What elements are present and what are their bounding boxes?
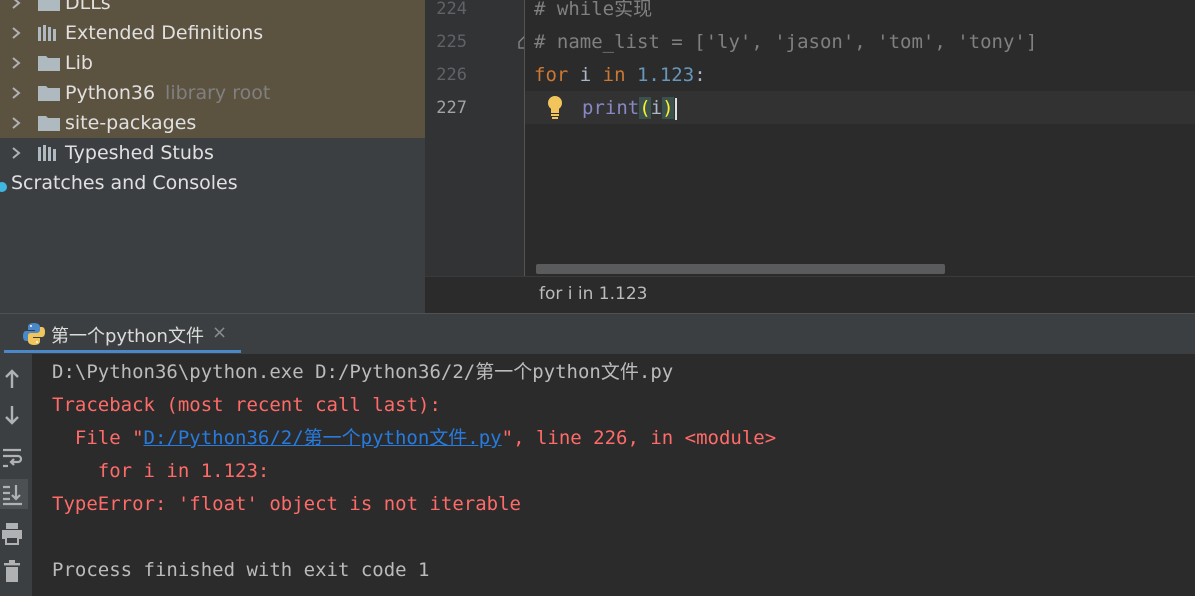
- library-icon: [38, 25, 56, 41]
- lightbulb-icon[interactable]: [545, 94, 565, 120]
- argument: i: [650, 97, 663, 119]
- breadcrumb-item[interactable]: for i in 1.123: [539, 284, 647, 304]
- python-icon: [23, 323, 45, 345]
- tree-item-label-group: Python36 library root: [65, 78, 270, 108]
- keyword-in: in: [602, 64, 626, 86]
- line-number: 224: [436, 0, 467, 19]
- scroll-to-end-icon: [3, 485, 22, 506]
- arrow-up-icon[interactable]: [0, 364, 28, 392]
- chevron-right-icon[interactable]: [9, 78, 23, 108]
- active-tab-indicator: [4, 350, 241, 353]
- folder-icon: [38, 0, 60, 11]
- code-line-224: # while实现: [534, 0, 653, 20]
- tree-item-label: DLLs: [65, 0, 111, 14]
- tree-item-label: Python36: [65, 82, 156, 104]
- chevron-right-icon[interactable]: [9, 138, 23, 168]
- paren-close: ): [662, 97, 674, 119]
- breadcrumb: for i in 1.123: [425, 276, 1195, 314]
- chevron-right-icon[interactable]: [9, 18, 23, 48]
- run-toolbar: [0, 354, 32, 596]
- keyword-for: for: [534, 64, 569, 86]
- scratches-icon: [0, 182, 7, 192]
- tree-item-label: Lib: [65, 52, 93, 74]
- file-link[interactable]: D:/Python36/2/第一个python文件.py: [144, 427, 502, 449]
- scroll-to-end-toggle[interactable]: [0, 479, 28, 509]
- builtin-print: print: [582, 97, 640, 119]
- console-exit-message: Process finished with exit code 1: [52, 559, 430, 581]
- chevron-right-icon[interactable]: [9, 108, 23, 138]
- tree-item-python36[interactable]: Python36 library root: [0, 78, 425, 108]
- code-editor[interactable]: # while实现 # name_list = ['ly', 'jason', …: [525, 0, 1195, 276]
- text-caret: [674, 97, 677, 120]
- tree-item-label: Extended Definitions: [65, 22, 264, 44]
- tree-item-lib[interactable]: Lib: [0, 48, 425, 78]
- horizontal-scrollbar[interactable]: [536, 264, 945, 274]
- console-command-line: D:\Python36\python.exe D:/Python36/2/第一个…: [52, 361, 674, 383]
- run-tab-title: 第一个python文件: [51, 326, 204, 347]
- number-literal: 1.123: [625, 64, 695, 86]
- code-line-226: for i in 1.123:: [534, 59, 706, 92]
- print-icon[interactable]: [0, 520, 28, 548]
- close-icon[interactable]: ×: [212, 322, 227, 343]
- chevron-right-icon[interactable]: [9, 0, 23, 18]
- arrow-down-icon[interactable]: [0, 402, 28, 430]
- folder-icon: [38, 56, 60, 71]
- run-tab-bar: 第一个python文件 ×: [0, 313, 1195, 355]
- soft-wrap-icon[interactable]: [0, 443, 28, 471]
- run-tab[interactable]: 第一个python文件 ×: [4, 314, 241, 353]
- line-number-current: 227: [436, 98, 467, 118]
- project-tree: DLLs Extended Definitions Lib Python36 li…: [0, 0, 425, 313]
- console-traceback-header: Traceback (most recent call last):: [52, 394, 441, 416]
- tree-item-site-packages[interactable]: site-packages: [0, 108, 425, 138]
- line-number: 225: [436, 32, 467, 52]
- folder-icon: [38, 116, 60, 131]
- tree-item-label: site-packages: [65, 112, 197, 134]
- chevron-right-icon[interactable]: [9, 48, 23, 78]
- trash-icon[interactable]: [0, 558, 28, 586]
- tree-item-scratches-and-consoles[interactable]: Scratches and Consoles: [0, 168, 425, 198]
- paren-open: (: [639, 97, 651, 119]
- folder-icon: [38, 86, 60, 101]
- console-output[interactable]: D:\Python36\python.exe D:/Python36/2/第一个…: [32, 354, 1195, 596]
- line-number: 226: [436, 65, 467, 85]
- code-line-225: # name_list = ['ly', 'jason', 'tom', 'to…: [534, 31, 1038, 53]
- console-traceback-file: File "D:/Python36/2/第一个python文件.py", lin…: [52, 422, 776, 455]
- tree-item-extended-definitions[interactable]: Extended Definitions: [0, 18, 425, 48]
- editor-gutter: 224 225 226 227: [425, 0, 530, 276]
- identifier: i: [568, 64, 603, 86]
- library-icon: [38, 145, 56, 161]
- tree-item-typeshed-stubs[interactable]: Typeshed Stubs: [0, 138, 425, 168]
- tree-item-label: Typeshed Stubs: [65, 142, 214, 164]
- tree-item-label: Scratches and Consoles: [11, 172, 238, 194]
- code-line-227: print(i): [582, 92, 677, 125]
- tree-item-dlls[interactable]: DLLs: [0, 0, 425, 18]
- library-root-hint: library root: [165, 82, 271, 104]
- file-prefix: File ": [52, 427, 144, 449]
- console-traceback-code: for i in 1.123:: [52, 460, 270, 482]
- file-suffix: ", line 226, in <module>: [501, 427, 777, 449]
- console-error-message: TypeError: 'float' object is not iterabl…: [52, 493, 521, 515]
- colon: :: [694, 64, 706, 86]
